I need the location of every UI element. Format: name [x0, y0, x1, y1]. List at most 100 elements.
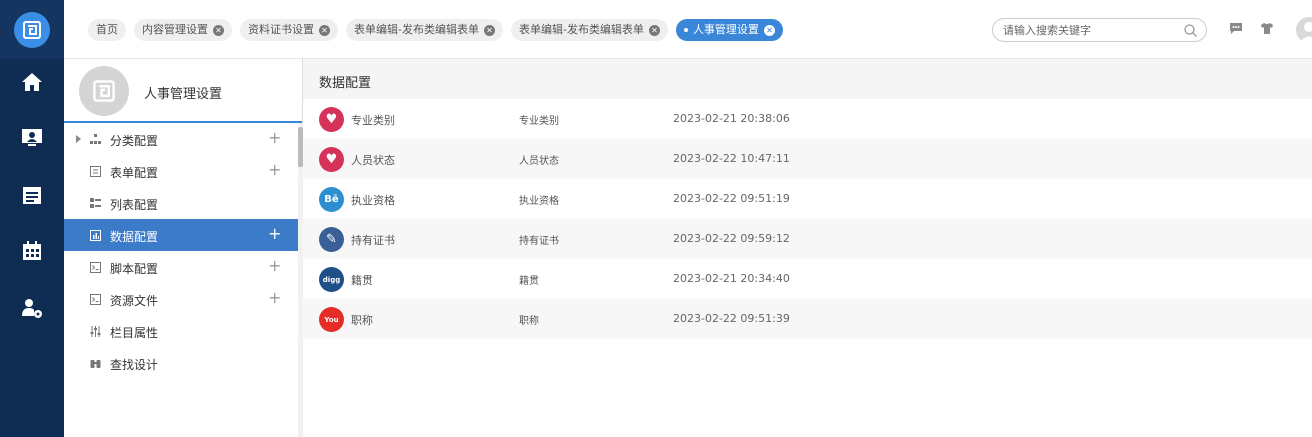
- close-icon[interactable]: ✕: [763, 24, 775, 36]
- sidebar-item-label: 列表配置: [110, 198, 159, 212]
- row-time: 2023-02-22 10:47:11: [673, 152, 790, 165]
- monitor-user-icon[interactable]: [0, 120, 64, 156]
- close-icon[interactable]: ✕: [483, 24, 495, 36]
- row-time: 2023-02-22 09:51:19: [673, 192, 790, 205]
- tab-label: 内容管理设置: [142, 23, 208, 36]
- row-name: 专业类别: [351, 114, 395, 127]
- sidebar-item-label: 分类配置: [110, 134, 159, 148]
- logo-icon[interactable]: [14, 11, 50, 48]
- row-time: 2023-02-22 09:59:12: [673, 232, 790, 245]
- add-icon[interactable]: +: [268, 161, 281, 179]
- tree-structure-icon: [90, 134, 101, 145]
- calendar-icon[interactable]: [0, 233, 64, 269]
- main-content: 数据配置 ♥ 专业类别 专业类别 2023-02-21 20:38:06 ♥ 人员状态 人员…: [303, 59, 1312, 437]
- sidebar-item-1[interactable]: 表单配置 +: [64, 155, 302, 187]
- chart-icon: [90, 230, 101, 241]
- list-item[interactable]: ♥ 专业类别 专业类别 2023-02-21 20:38:06: [303, 99, 1312, 139]
- config-tree: 分类配置 + 表单配置 + 列表配置数据配置 + 脚本配置 + 资源文件 + 栏目属性查找设计: [64, 123, 302, 379]
- terminal-icon: [90, 294, 101, 305]
- close-icon[interactable]: ✕: [648, 24, 660, 36]
- nav-rail: [0, 0, 64, 437]
- calendar-list-icon[interactable]: [0, 177, 64, 213]
- row-time: 2023-02-21 20:34:40: [673, 272, 790, 285]
- add-icon[interactable]: +: [268, 257, 281, 275]
- sidebar-item-label: 栏目属性: [110, 326, 159, 340]
- list-icon: [90, 198, 101, 209]
- sidebar-item-4[interactable]: 脚本配置 +: [64, 251, 302, 283]
- row-time: 2023-02-22 09:51:39: [673, 312, 790, 325]
- row-name: 人员状态: [351, 154, 395, 167]
- sidebar-item-2[interactable]: 列表配置: [64, 187, 302, 219]
- row-name: 籍贯: [351, 274, 373, 287]
- behance-icon: Bē: [319, 187, 344, 212]
- sidebar-item-0[interactable]: 分类配置 +: [64, 123, 302, 155]
- tab-0[interactable]: 首页: [88, 19, 126, 41]
- list-item[interactable]: You 职称 职称 2023-02-22 09:51:39: [303, 299, 1312, 339]
- row-name: 执业资格: [351, 194, 395, 207]
- sidebar-item-5[interactable]: 资源文件 +: [64, 283, 302, 315]
- row-name: 职称: [351, 314, 373, 327]
- row-name: 持有证书: [351, 234, 395, 247]
- message-icon[interactable]: [1229, 22, 1243, 38]
- user-avatar[interactable]: [1296, 17, 1312, 43]
- row-code: 人员状态: [519, 156, 559, 167]
- row-code: 籍贯: [519, 276, 539, 287]
- sliders-icon: [90, 326, 101, 337]
- module-avatar-icon: [79, 66, 129, 116]
- youtube-icon: You: [319, 307, 344, 332]
- sidebar-item-3[interactable]: 数据配置 +: [64, 219, 302, 251]
- home-icon[interactable]: [0, 64, 64, 100]
- tab-strip: 首页 内容管理设置 ✕ 资料证书设置 ✕ 表单编辑-发布类编辑表单 ✕ 表单编辑-发布类编辑表…: [88, 19, 783, 41]
- logo-area: [0, 0, 64, 59]
- theme-shirt-icon[interactable]: [1260, 22, 1274, 38]
- tab-1[interactable]: 内容管理设置 ✕: [134, 19, 232, 41]
- close-icon[interactable]: ✕: [319, 24, 330, 36]
- tab-label: 表单编辑-发布类编辑表单: [354, 23, 479, 36]
- content-header: 数据配置: [303, 59, 1312, 99]
- sidebar-item-label: 资源文件: [110, 294, 159, 308]
- search-input[interactable]: [1003, 22, 1178, 38]
- sidebar-header: 人事管理设置: [64, 59, 302, 123]
- list-item[interactable]: ✎ 持有证书 持有证书 2023-02-22 09:59:12: [303, 219, 1312, 259]
- add-icon[interactable]: +: [268, 129, 281, 147]
- tab-4[interactable]: 表单编辑-发布类编辑表单 ✕: [510, 19, 668, 41]
- terminal-icon: [90, 262, 101, 273]
- data-list: ♥ 专业类别 专业类别 2023-02-21 20:38:06 ♥ 人员状态 人员状态 202…: [303, 99, 1312, 339]
- user-settings-icon[interactable]: [0, 290, 64, 326]
- top-bar: 首页 内容管理设置 ✕ 资料证书设置 ✕ 表单编辑-发布类编辑表单 ✕ 表单编辑-发布类编辑表…: [64, 0, 1312, 59]
- active-dot-icon: [683, 28, 688, 32]
- sidebar-item-label: 数据配置: [110, 230, 159, 244]
- list-item[interactable]: digg 籍贯 籍贯 2023-02-21 20:34:40: [303, 259, 1312, 299]
- list-item[interactable]: Bē 执业资格 执业资格 2023-02-22 09:51:19: [303, 179, 1312, 219]
- add-icon[interactable]: +: [268, 225, 281, 243]
- tab-3[interactable]: 表单编辑-发布类编辑表单 ✕: [346, 19, 503, 41]
- row-time: 2023-02-21 20:38:06: [673, 112, 790, 125]
- tab-label: 人事管理设置: [692, 23, 759, 36]
- sidebar-item-6[interactable]: 栏目属性: [64, 315, 302, 347]
- close-icon[interactable]: ✕: [213, 24, 224, 36]
- heart-icon: ♥: [319, 147, 344, 172]
- search-icon[interactable]: [1184, 24, 1197, 40]
- form-icon: [90, 166, 101, 177]
- expand-arrow-icon[interactable]: [76, 135, 81, 143]
- sidebar-item-label: 脚本配置: [110, 262, 159, 276]
- search-box: [992, 18, 1207, 42]
- sidebar-item-label: 查找设计: [110, 358, 159, 372]
- add-icon[interactable]: +: [268, 289, 281, 307]
- sidebar: 人事管理设置 分类配置 + 表单配置 + 列表配置数据配置 + 脚本配置 + 资源文件 + 栏目属性…: [64, 59, 303, 437]
- tab-2[interactable]: 资料证书设置 ✕: [240, 19, 338, 41]
- tab-label: 首页: [96, 23, 118, 36]
- sidebar-item-label: 表单配置: [110, 166, 159, 180]
- tab-label: 资料证书设置: [248, 23, 314, 36]
- row-code: 执业资格: [519, 196, 559, 207]
- row-code: 持有证书: [519, 236, 559, 247]
- row-code: 专业类别: [519, 116, 559, 127]
- tab-label: 表单编辑-发布类编辑表单: [518, 23, 644, 36]
- tab-5[interactable]: 人事管理设置 ✕: [675, 19, 783, 41]
- paperclip-icon: ✎: [319, 227, 344, 252]
- page-title: 数据配置: [319, 76, 372, 91]
- sidebar-title: 人事管理设置: [144, 87, 223, 102]
- binoculars-icon: [90, 358, 101, 369]
- sidebar-item-7[interactable]: 查找设计: [64, 347, 302, 379]
- list-item[interactable]: ♥ 人员状态 人员状态 2023-02-22 10:47:11: [303, 139, 1312, 179]
